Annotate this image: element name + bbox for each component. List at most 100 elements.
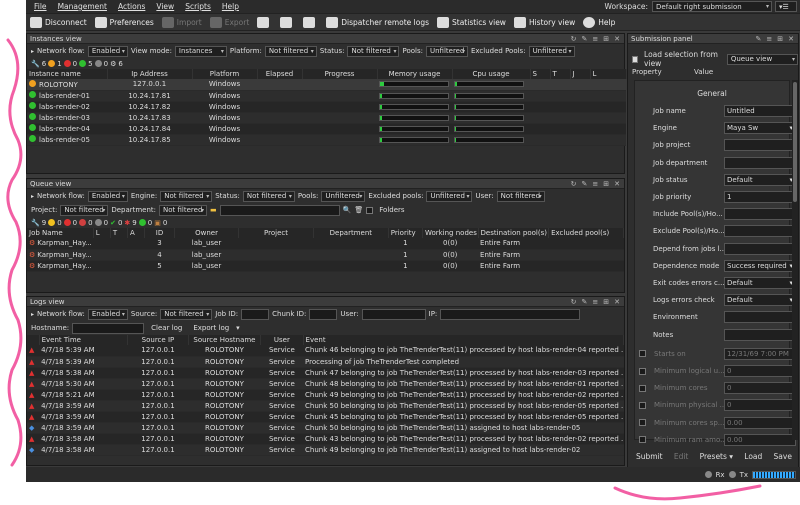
import-button[interactable]: Import xyxy=(161,16,202,28)
menu-scripts[interactable]: Scripts xyxy=(185,2,211,11)
pools-select[interactable]: Unfiltered ▾ xyxy=(425,45,468,57)
view-mode-select[interactable]: Instances ▾ xyxy=(174,45,227,57)
folder-icon[interactable]: ▬ xyxy=(210,206,217,214)
menu-actions[interactable]: Actions xyxy=(118,2,145,11)
queue-row[interactable]: ⚙ Karpman_Hay... 5 lab_user 1 0(0) Entire… xyxy=(27,260,624,272)
optional-field-input[interactable]: 0 xyxy=(724,399,796,412)
project-select[interactable]: Not filtered ▾ xyxy=(60,204,109,216)
chunk-id-input[interactable] xyxy=(309,308,338,320)
preferences-button[interactable]: Preferences xyxy=(94,16,154,28)
float-icon[interactable]: ⊞ xyxy=(603,298,609,306)
col-id[interactable]: ID xyxy=(144,228,175,238)
menu-file[interactable]: File xyxy=(34,2,47,11)
queue-row[interactable]: ⚙ Karpman_Hay... 3 lab_user 1 0(0) Entire… xyxy=(27,238,624,250)
field-input[interactable] xyxy=(724,242,796,255)
optional-field-input[interactable]: 0.00 xyxy=(724,416,796,429)
disconnect-button[interactable]: Disconnect xyxy=(30,16,87,28)
history-button[interactable]: History view xyxy=(513,16,575,28)
float-icon[interactable]: ⊞ xyxy=(603,180,609,188)
refresh-icon[interactable]: ↻ xyxy=(571,298,577,306)
col-event-time[interactable]: Event Time xyxy=(39,335,129,345)
menu-icon[interactable]: ≡ xyxy=(592,298,598,306)
float-icon[interactable]: ⊞ xyxy=(603,35,609,43)
menu-icon[interactable]: ≡ xyxy=(592,180,598,188)
instance-row[interactable]: labs-render-04 10.24.17.84 Windows xyxy=(27,123,626,135)
col-a[interactable]: A xyxy=(127,228,146,238)
menu-icon[interactable]: ≡ xyxy=(592,35,598,43)
menu-icon[interactable]: ≡ xyxy=(766,35,772,43)
refresh-icon[interactable]: ↻ xyxy=(571,180,577,188)
optional-field-checkbox[interactable] xyxy=(639,350,646,358)
col-priority[interactable]: Priority xyxy=(388,228,423,238)
brush-icon[interactable]: ✎ xyxy=(582,35,588,43)
statistics-button[interactable]: Statistics view xyxy=(437,16,506,28)
log-row[interactable]: ▲ 4/7/18 5:30 AM 127.0.0.1 ROLOTONY Serv… xyxy=(27,378,624,390)
optional-field-checkbox[interactable] xyxy=(639,401,646,409)
instance-row[interactable]: labs-render-05 10.24.17.85 Windows xyxy=(27,134,626,146)
field-input[interactable] xyxy=(724,225,796,238)
col-job-name[interactable]: Job Name xyxy=(27,228,94,238)
col-platform[interactable]: Platform xyxy=(192,69,258,79)
department-select[interactable]: Not filtered ▾ xyxy=(159,204,208,216)
brush-icon[interactable]: ✎ xyxy=(582,180,588,188)
col-t[interactable]: T xyxy=(110,228,128,238)
folders-checkbox[interactable] xyxy=(366,206,374,214)
col-source-ip[interactable]: Source IP xyxy=(127,335,189,345)
optional-field-input[interactable]: 0 xyxy=(724,365,796,377)
scrollbar-thumb[interactable] xyxy=(793,82,797,202)
save-button[interactable]: Save xyxy=(770,451,796,462)
field-select[interactable]: Default▾ xyxy=(724,294,796,307)
submit-button[interactable]: Submit xyxy=(632,451,667,462)
col-project[interactable]: Project xyxy=(238,228,314,238)
menu-help[interactable]: Help xyxy=(222,2,239,11)
field-select[interactable]: Default▾ xyxy=(724,173,796,186)
clear-log-button[interactable]: Clear log xyxy=(147,324,186,332)
log-row[interactable]: ▲ 4/7/18 5:39 AM 127.0.0.1 ROLOTONY Serv… xyxy=(27,356,624,368)
field-input[interactable]: Untitled xyxy=(724,105,796,117)
hostname-input[interactable] xyxy=(72,322,145,334)
search-icon[interactable]: 🔍 xyxy=(343,206,352,214)
col-event[interactable]: Event xyxy=(303,335,624,345)
workspace-select[interactable]: Default right submission ▾ xyxy=(652,1,772,12)
close-icon[interactable]: ✕ xyxy=(788,35,794,43)
optional-field-checkbox[interactable] xyxy=(639,419,646,427)
col-owner[interactable]: Owner xyxy=(174,228,240,238)
optional-field-checkbox[interactable] xyxy=(639,436,646,444)
col-t[interactable]: T xyxy=(550,69,571,79)
log-row[interactable]: ◆ 4/7/18 3:58 AM 127.0.0.1 ROLOTONY Serv… xyxy=(27,444,624,456)
float-icon[interactable]: ⊞ xyxy=(777,35,783,43)
close-icon[interactable]: ✕ xyxy=(614,35,620,43)
menu-view[interactable]: View xyxy=(156,2,174,11)
user-input[interactable] xyxy=(361,308,426,320)
col-department[interactable]: Department xyxy=(313,228,389,238)
col-s[interactable]: S xyxy=(530,69,551,79)
log-row[interactable]: ▲ 4/7/18 3:59 AM 127.0.0.1 ROLOTONY Serv… xyxy=(27,411,624,423)
load-button[interactable]: Load xyxy=(740,451,766,462)
field-input[interactable] xyxy=(724,156,796,169)
field-input[interactable] xyxy=(724,208,796,221)
field-select[interactable]: Maya Sw▾ xyxy=(724,122,796,135)
log-row[interactable]: ◆ 4/7/18 3:59 AM 127.0.0.1 ROLOTONY Serv… xyxy=(27,422,624,434)
log-row[interactable]: ▲ 4/7/18 5:38 AM 127.0.0.1 ROLOTONY Serv… xyxy=(27,367,624,379)
col-user[interactable]: User xyxy=(260,335,304,345)
status-select[interactable]: Not filtered ▾ xyxy=(242,190,295,202)
instance-row[interactable]: labs-render-02 10.24.17.82 Windows xyxy=(27,101,626,113)
col-instance-name[interactable]: Instance name xyxy=(27,69,108,79)
field-input[interactable] xyxy=(724,139,796,152)
instance-row[interactable]: ROLOTONY 127.0.0.1 Windows xyxy=(27,79,626,91)
field-input[interactable]: 1 xyxy=(724,191,796,203)
col-working-nodes[interactable]: Working nodes xyxy=(422,228,479,238)
col-j[interactable]: J xyxy=(570,69,591,79)
log-row[interactable]: ▲ 4/7/18 5:21 AM 127.0.0.1 ROLOTONY Serv… xyxy=(27,389,624,401)
optional-field-input[interactable]: 12/31/69 7:00 PM xyxy=(724,347,796,360)
col-ip[interactable]: Ip Address xyxy=(107,69,193,79)
gear-list-button[interactable] xyxy=(280,16,295,28)
expand-icon[interactable]: ▸ xyxy=(31,48,34,55)
brush-icon[interactable]: ✎ xyxy=(582,298,588,306)
user-select[interactable]: Not filtered ▾ xyxy=(496,190,545,202)
field-input[interactable] xyxy=(724,328,796,341)
col-l[interactable]: L xyxy=(590,69,627,79)
field-input[interactable] xyxy=(724,311,796,324)
log-row[interactable]: ▲ 4/7/18 3:59 AM 127.0.0.1 ROLOTONY Serv… xyxy=(27,400,624,412)
presets-button[interactable]: Presets ▾ xyxy=(696,451,737,462)
